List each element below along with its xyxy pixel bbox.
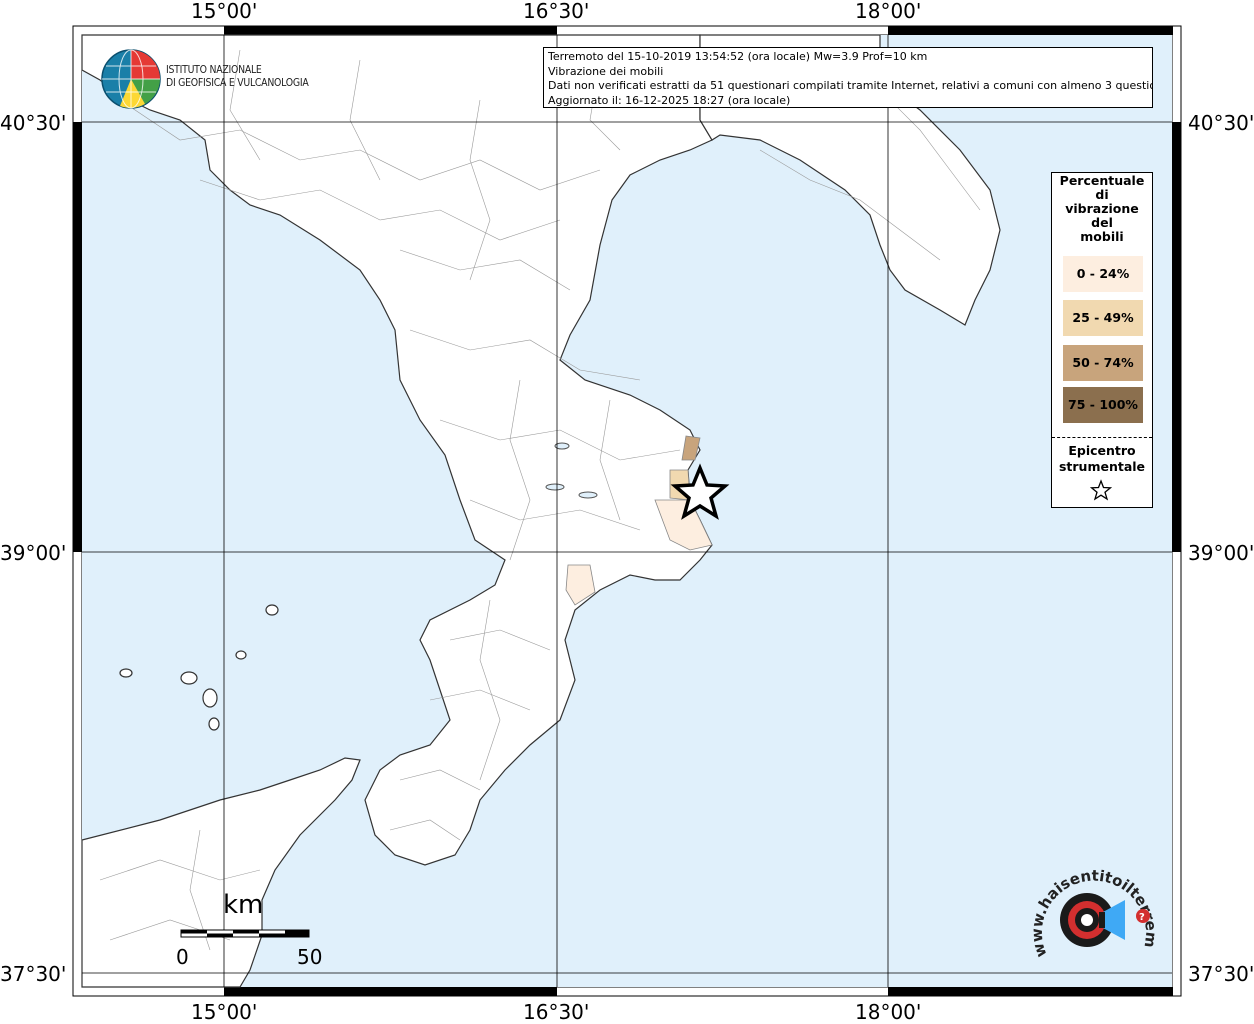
lat-label-right-1: 40°30' <box>1188 111 1254 135</box>
svg-text:?: ? <box>1139 912 1145 923</box>
scale-bar: km 0 50 <box>175 890 325 970</box>
scale-max-label: 50 <box>297 945 323 969</box>
hsit-logo: www.haisentitoilterremoto.it ? <box>1020 846 1170 975</box>
legend-title-line: del <box>1091 215 1113 230</box>
lon-label-top-3: 18°00' <box>855 0 922 23</box>
lon-label-bottom-1: 15°00' <box>191 1000 258 1024</box>
island-vulcano <box>208 717 220 731</box>
event-info-box: Terremoto del 15-10-2019 13:54:52 (ora l… <box>543 47 1153 108</box>
legend-title-line: vibrazione <box>1065 201 1139 216</box>
island-stromboli <box>265 604 279 616</box>
star-outline-icon <box>1090 479 1112 501</box>
legend-title-line: di <box>1095 187 1109 202</box>
legend-epicenter-line: Epicentro <box>1068 443 1136 458</box>
legend-class-50-74: 50 - 74% <box>1063 345 1143 381</box>
legend-title-line: Percentuale <box>1059 173 1145 188</box>
legend-epicenter-title: Epicentro strumentale <box>1052 443 1152 475</box>
ingv-logo: ISTITUTO NAZIONALE DI GEOFISICA E VULCAN… <box>100 48 320 110</box>
lat-label-left-2: 39°00' <box>0 541 67 565</box>
legend-box: Percentuale di vibrazione del mobili 0 -… <box>1051 172 1153 508</box>
lon-label-top-2: 16°30' <box>523 0 590 23</box>
lon-label-top-1: 15°00' <box>191 0 258 23</box>
island-panarea <box>235 650 247 660</box>
update-timestamp: Aggiornato il: 16-12-2025 18:27 (ora loc… <box>548 93 791 107</box>
scale-unit: km <box>223 890 264 920</box>
island-salina <box>180 671 198 685</box>
lon-label-bottom-3: 18°00' <box>855 1000 922 1024</box>
legend-class-0-24: 0 - 24% <box>1063 256 1143 292</box>
ingv-name-line1: ISTITUTO NAZIONALE <box>166 63 262 76</box>
legend-title-line: mobili <box>1080 229 1124 244</box>
event-title: Terremoto del 15-10-2019 13:54:52 (ora l… <box>548 50 928 63</box>
megaphone-target-icon: www.haisentitoilterremoto.it ? <box>1020 846 1161 960</box>
ingv-name-line2: DI GEOFISICA E VULCANOLOGIA <box>166 76 309 89</box>
island-lipari <box>202 688 218 708</box>
legend-class-25-49: 25 - 49% <box>1063 300 1143 336</box>
lat-label-right-2: 39°00' <box>1188 541 1254 565</box>
legend-title: Percentuale di vibrazione del mobili <box>1057 173 1147 244</box>
lon-label-bottom-2: 16°30' <box>523 1000 590 1024</box>
legend-epicenter-line: strumentale <box>1058 459 1146 474</box>
legend-divider <box>1052 437 1152 438</box>
island-filicudi <box>119 668 133 678</box>
lat-label-left-3: 37°30' <box>0 962 67 986</box>
legend-class-75-100: 75 - 100% <box>1063 387 1143 423</box>
lat-label-right-3: 37°30' <box>1188 962 1254 986</box>
ingv-name: ISTITUTO NAZIONALE DI GEOFISICA E VULCAN… <box>166 63 309 89</box>
lat-label-left-1: 40°30' <box>0 111 67 135</box>
scale-min-label: 0 <box>176 945 189 969</box>
scale-bar-graphic <box>180 929 310 938</box>
data-note: Dati non verificati estratti da 51 quest… <box>548 79 1153 92</box>
map-subject: Vibrazione dei mobili <box>548 64 664 78</box>
ingv-globe-icon <box>101 49 161 109</box>
